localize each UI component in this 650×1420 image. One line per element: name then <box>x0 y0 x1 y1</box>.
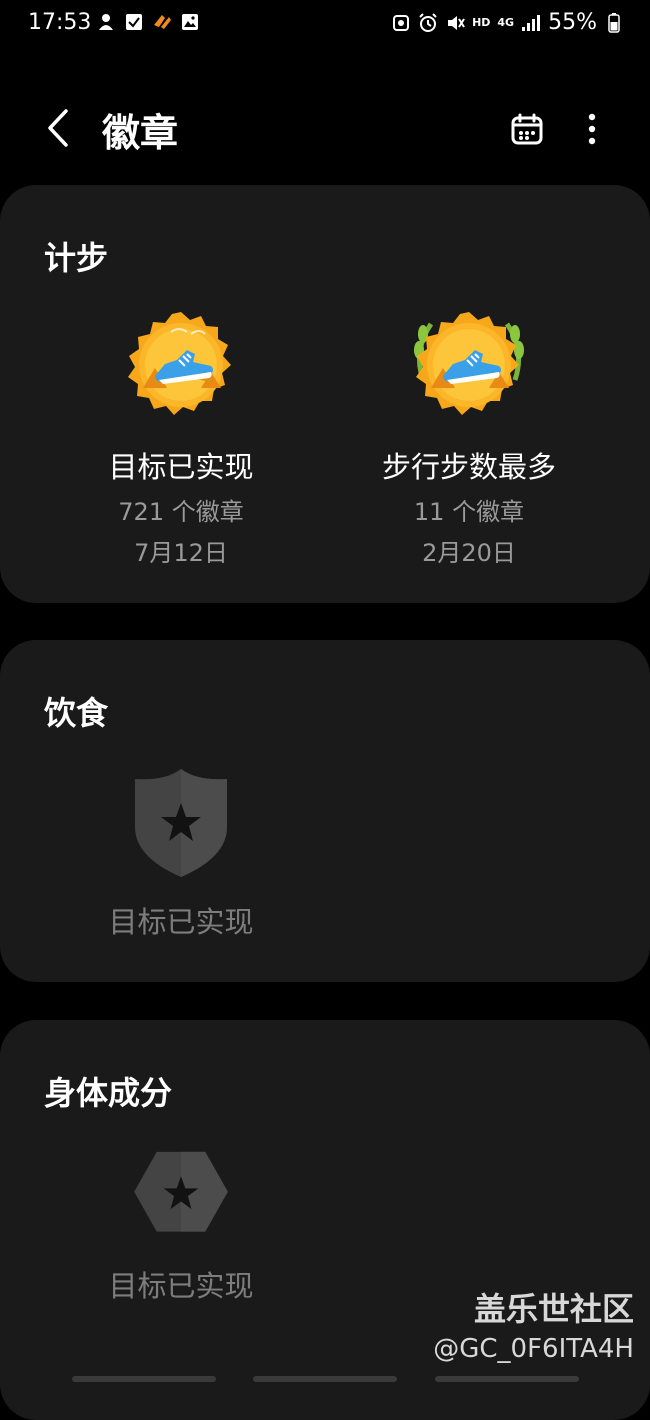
hd-indicator: HD <box>472 16 491 29</box>
section-title-diet: 饮食 <box>44 694 109 732</box>
alarm-icon <box>418 12 438 33</box>
watermark-user: @GC_0F6ITA4H <box>433 1334 634 1364</box>
status-time: 17:53 <box>28 10 92 35</box>
badge-diet-goal-achieved[interactable]: 目标已实现 <box>36 765 326 941</box>
watermark-site: 盖乐世社区 <box>473 1290 634 1328</box>
signal-icon <box>521 13 541 33</box>
running-shoe-gold-badge-icon <box>128 312 231 415</box>
section-title-steps: 计步 <box>44 239 109 277</box>
badge-date: 7月12日 <box>134 539 228 567</box>
diet-card: 饮食 目标已实现 <box>0 640 650 982</box>
app-bar: 徽章 <box>0 90 650 166</box>
badge-count: 11 个徽章 <box>413 498 525 526</box>
more-vertical-icon <box>588 113 596 145</box>
back-button[interactable] <box>40 106 76 150</box>
hexagon-star-locked-icon <box>134 1151 228 1232</box>
app-icon <box>152 12 172 32</box>
calendar-icon <box>511 113 543 145</box>
badge-body-composition-goal-achieved[interactable]: 目标已实现 <box>36 1145 326 1305</box>
calendar-button[interactable] <box>506 108 548 150</box>
sync-icon <box>391 13 411 33</box>
checkbox-icon <box>124 12 144 32</box>
back-arrow-icon <box>48 109 68 147</box>
section-title-body-composition: 身体成分 <box>44 1074 173 1112</box>
more-options-button[interactable] <box>574 108 610 150</box>
nav-recent-button[interactable] <box>72 1376 216 1382</box>
battery-icon <box>604 12 624 33</box>
notification-icon <box>96 12 116 32</box>
badge-steps-goal-achieved[interactable]: 目标已实现 721 个徽章 7月12日 <box>36 310 326 568</box>
badge-date: 2月20日 <box>422 539 516 567</box>
status-right-icons: HD 4G 55% <box>391 10 624 35</box>
badge-count: 721 个徽章 <box>118 498 244 526</box>
network-indicator: 4G <box>497 16 515 29</box>
running-shoe-laurel-badge-icon <box>414 312 524 415</box>
shield-star-locked-icon <box>135 769 227 877</box>
battery-percent: 55% <box>548 10 597 35</box>
gallery-icon <box>180 12 200 32</box>
badge-name: 目标已实现 <box>108 905 254 939</box>
status-left-icons <box>96 12 200 32</box>
mute-icon <box>445 13 465 33</box>
steps-card: 计步 目标已实现 721 个徽章 7月12日 步行步数最多 11 个徽章 2月2… <box>0 185 650 603</box>
nav-home-button[interactable] <box>253 1376 397 1382</box>
badge-name: 目标已实现 <box>108 1269 254 1303</box>
status-bar: 17:53 HD 4G 55% <box>0 0 650 50</box>
badge-name: 步行步数最多 <box>381 450 556 484</box>
badge-name: 目标已实现 <box>108 450 254 484</box>
nav-back-button[interactable] <box>435 1376 579 1382</box>
badge-steps-most-steps[interactable]: 步行步数最多 11 个徽章 2月20日 <box>324 310 614 568</box>
page-title: 徽章 <box>102 111 179 155</box>
